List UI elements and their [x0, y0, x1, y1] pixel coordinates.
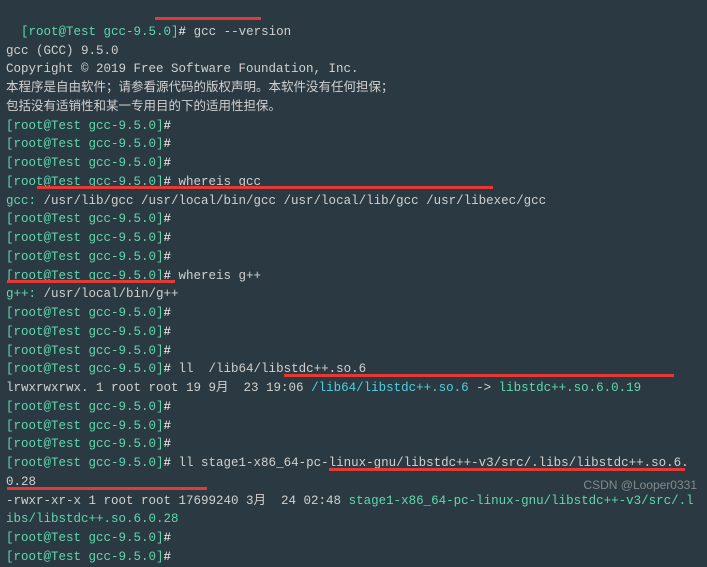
- prompt-line[interactable]: [root@Test gcc-9.5.0]#: [6, 248, 701, 267]
- prompt-line[interactable]: [root@Test gcc-9.5.0]#: [6, 342, 701, 361]
- output-line: gcc (GCC) 9.5.0: [6, 42, 701, 61]
- prompt-line[interactable]: [root@Test gcc-9.5.0]#: [6, 154, 701, 173]
- prompt-line[interactable]: [root@Test gcc-9.5.0]#: [6, 548, 701, 567]
- prompt-line[interactable]: [root@Test gcc-9.5.0]#: [6, 304, 701, 323]
- symlink-target: libstdc++.so.6.0.19: [499, 381, 642, 395]
- prompt-line[interactable]: [root@Test gcc-9.5.0]#: [6, 417, 701, 436]
- prompt-line[interactable]: [root@Test gcc-9.5.0]#: [6, 117, 701, 136]
- command-input: gcc --version: [194, 25, 292, 39]
- output-line: Copyright © 2019 Free Software Foundatio…: [6, 60, 701, 79]
- prompt-line[interactable]: [root@Test gcc-9.5.0]#: [6, 323, 701, 342]
- output-line: 本程序是自由软件；请参看源代码的版权声明。本软件没有任何担保；: [6, 79, 701, 98]
- underline-icon: [284, 374, 674, 377]
- prompt-line[interactable]: [root@Test gcc-9.5.0]#: [6, 229, 701, 248]
- prompt-line[interactable]: [root@Test gcc-9.5.0]#: [6, 398, 701, 417]
- underline-icon: [329, 468, 685, 471]
- prompt-symbol: #: [179, 25, 194, 39]
- prompt-user: [root@Test: [21, 25, 96, 39]
- command-input: whereis g++: [179, 269, 262, 283]
- whereis-label: g++:: [6, 287, 44, 301]
- whereis-paths: /usr/local/bin/g++: [44, 287, 179, 301]
- prompt-line[interactable]: [root@Test gcc-9.5.0]#: [6, 210, 701, 229]
- underline-icon: [155, 17, 261, 20]
- output-line: g++: /usr/local/bin/g++: [6, 285, 701, 304]
- prompt-line[interactable]: [root@Test gcc-9.5.0]#: [6, 135, 701, 154]
- prompt-line[interactable]: [root@Test gcc-9.5.0]# gcc --version: [6, 4, 701, 42]
- output-line: -rwxr-xr-x 1 root root 17699240 3月 24 02…: [6, 492, 701, 530]
- watermark: CSDN @Looper0331: [583, 476, 697, 494]
- output-line: lrwxrwxrwx. 1 root root 19 9月 23 19:06 /…: [6, 379, 701, 398]
- output-line: gcc: /usr/lib/gcc /usr/local/bin/gcc /us…: [6, 192, 701, 211]
- prompt-line[interactable]: [root@Test gcc-9.5.0]#: [6, 529, 701, 548]
- prompt-path: gcc-9.5.0]: [96, 25, 179, 39]
- prompt-line[interactable]: [root@Test gcc-9.5.0]#: [6, 435, 701, 454]
- symlink-name: /lib64/libstdc++.so.6: [311, 381, 469, 395]
- output-line: 包括没有适销性和某一专用目的下的适用性担保。: [6, 98, 701, 117]
- underline-icon: [37, 186, 493, 189]
- underline-icon: [7, 487, 207, 490]
- underline-icon: [7, 280, 175, 283]
- whereis-label: gcc:: [6, 194, 44, 208]
- whereis-paths: /usr/lib/gcc /usr/local/bin/gcc /usr/loc…: [44, 194, 547, 208]
